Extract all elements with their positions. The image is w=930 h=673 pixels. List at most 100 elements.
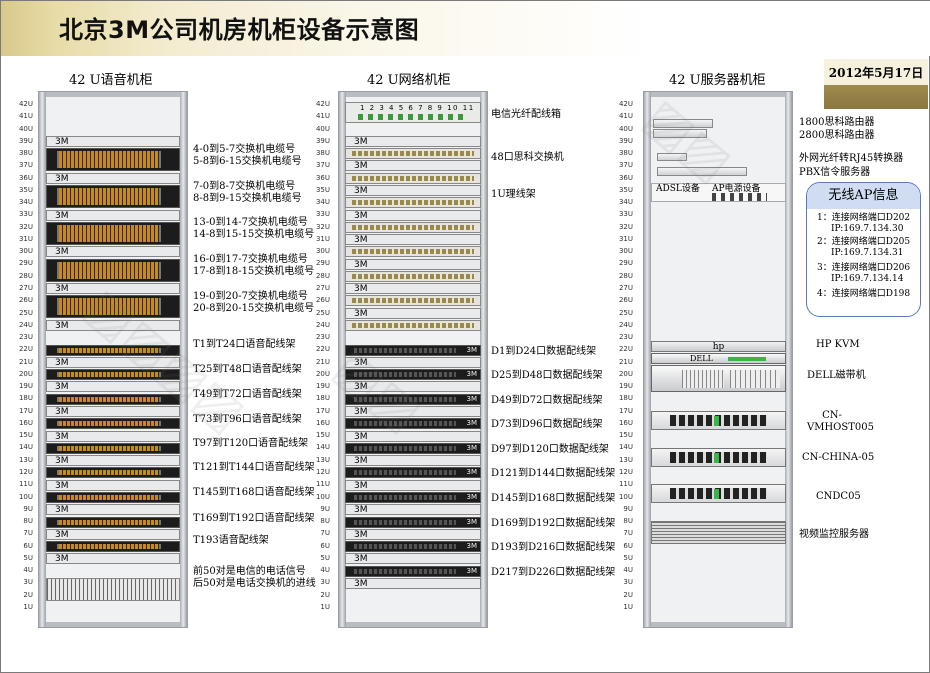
data-patch-label: D49到D72口数据配线架	[491, 394, 603, 406]
server-rack-u-labels: 42U 41U 40U 39U 38U 37U 36U 35U 34U 33U 32U 31U 30U 2…	[613, 98, 633, 613]
brand-tag-3m: 3M	[466, 443, 478, 452]
rack-bottom	[644, 622, 792, 627]
ap-item-2-ip: IP:169.7.134.31	[831, 248, 904, 258]
voice-panel-label: T145到T168口语音配线架	[193, 487, 315, 498]
u-label: 41U	[18, 112, 33, 121]
voice-panel-label: 8-8到9-15交换机电缆号	[193, 193, 302, 204]
router-1800	[653, 119, 713, 128]
ap-item-1-ip: IP:169.7.134.30	[831, 224, 904, 234]
u-label: 18U	[618, 394, 633, 403]
switch-ports	[352, 298, 474, 304]
u-label: 42U	[18, 100, 33, 108]
network-switch-48	[345, 270, 481, 282]
voice-panel-label: T193语音配线架	[193, 535, 269, 546]
network-switch-48	[345, 295, 481, 307]
u-label: 31U	[618, 234, 633, 243]
u-label: 32U	[618, 222, 633, 231]
u-label: 24U	[18, 320, 33, 329]
voice-panel-label: T73到T96口语音配线架	[193, 414, 302, 425]
power-sockets	[712, 193, 767, 201]
u-label: 12U	[18, 467, 33, 476]
u-label: 22U	[618, 345, 633, 354]
network-switch-48	[345, 320, 481, 332]
rack-rail	[180, 92, 187, 627]
u-label: 16U	[315, 418, 330, 427]
fibre-converter	[657, 153, 687, 161]
page-title: 北京3M公司机房机柜设备示意图	[59, 16, 420, 44]
u-label: 16U	[18, 418, 33, 427]
u-label: 27U	[18, 283, 33, 292]
u-label: 13U	[618, 455, 633, 464]
brand-tag-3m: 3M	[466, 419, 478, 428]
switch-ports	[352, 323, 474, 329]
brand-plate-3m: 3M	[345, 184, 481, 196]
u-label: 15U	[618, 431, 633, 440]
server-cndc05	[651, 484, 786, 503]
brand-plate-3m: 3M	[345, 406, 481, 417]
u-label: 19U	[315, 382, 330, 391]
voice-rack-title: 42 U语音机柜	[69, 73, 153, 88]
ap-item-4: 4：连接网络端口D198	[817, 289, 911, 299]
u-label: 7U	[320, 529, 330, 538]
brand-plate-3m: 3M	[46, 430, 180, 442]
u-label: 35U	[618, 185, 633, 194]
voice-panel-label: 19-0到20-7交换机电缆号	[193, 291, 308, 302]
pbx-server-label: PBX信令服务器	[799, 167, 871, 178]
u-label: 30U	[315, 247, 330, 256]
hp-logo: hp	[712, 342, 725, 352]
brand-plate-3m: 3M	[345, 234, 481, 246]
rj45-ports	[354, 421, 456, 427]
u-label: 28U	[618, 271, 633, 280]
u-label: 6U	[23, 541, 33, 550]
data-patch-label: D1到D24口数据配线架	[491, 345, 597, 357]
voice-switch-panel	[46, 295, 180, 319]
voice-patch-panel	[46, 467, 180, 479]
u-label: 31U	[18, 234, 33, 243]
voice-switch-panel	[46, 148, 180, 172]
u-label: 39U	[618, 136, 633, 145]
u-label: 10U	[18, 492, 33, 501]
brand-plate-3m: 3M	[46, 283, 180, 295]
u-label: 26U	[18, 296, 33, 305]
dell-tape-drive	[651, 365, 786, 392]
brand-plate-3m: 3M	[46, 504, 180, 516]
u-label: 20U	[315, 369, 330, 378]
u-label: 21U	[18, 357, 33, 366]
server-rack-title: 42 U服务器机柜	[669, 73, 766, 88]
brand-tag-3m: 3M	[466, 370, 478, 379]
hp-kvm-device: hp	[651, 341, 786, 352]
u-label: 1U	[623, 602, 633, 611]
fibre-ports	[358, 114, 466, 120]
u-label: 42U	[315, 100, 330, 108]
u-label: 5U	[23, 553, 33, 562]
u-label: 21U	[315, 357, 330, 366]
u-label: 5U	[320, 553, 330, 562]
brand-plate-3m: 3M	[345, 258, 481, 270]
hp-kvm-label: HP KVM	[816, 339, 860, 350]
u-label: 34U	[315, 198, 330, 207]
video-server-label: 视频监控服务器	[799, 529, 869, 540]
voice-rack-u-labels: 42U 41U 40U 39U 38U 37U 36U 35U 34U 33U 32U 31U 30U 2…	[13, 98, 33, 613]
u-label: 17U	[18, 406, 33, 415]
rack-top	[39, 92, 187, 97]
voice-panel-label: 4-0到5-7交换机电缆号	[193, 144, 296, 155]
voice-panel-label: T169到T192口语音配线架	[193, 513, 315, 524]
data-patch-label: D25到D48口数据配线架	[491, 370, 603, 382]
u-label: 11U	[618, 480, 633, 489]
rack-bottom	[39, 622, 187, 627]
u-label: 33U	[315, 210, 330, 219]
dell-tape-top: DELL	[651, 353, 786, 364]
data-patch-label: D145到D168口数据配线架	[491, 492, 616, 504]
brand-plate-3m: 3M	[345, 528, 481, 540]
u-label: 33U	[618, 210, 633, 219]
data-patch-panel: 3M	[345, 344, 481, 356]
u-label: 24U	[315, 320, 330, 329]
data-patch-label: D97到D120口数据配线架	[491, 443, 609, 455]
u-label: 41U	[618, 112, 633, 121]
brand-plate-3m: 3M	[46, 356, 180, 368]
voice-panel-label: 7-0到8-7交换机电缆号	[193, 181, 296, 192]
u-label: 37U	[18, 161, 33, 170]
server-vmhost005	[651, 411, 786, 430]
ap-info-box: 无线AP信息 1：连接网络端口D202 IP:169.7.134.30 2：连接…	[806, 182, 921, 317]
server-vmhost005-label: CN-VMHOST005	[807, 410, 874, 433]
